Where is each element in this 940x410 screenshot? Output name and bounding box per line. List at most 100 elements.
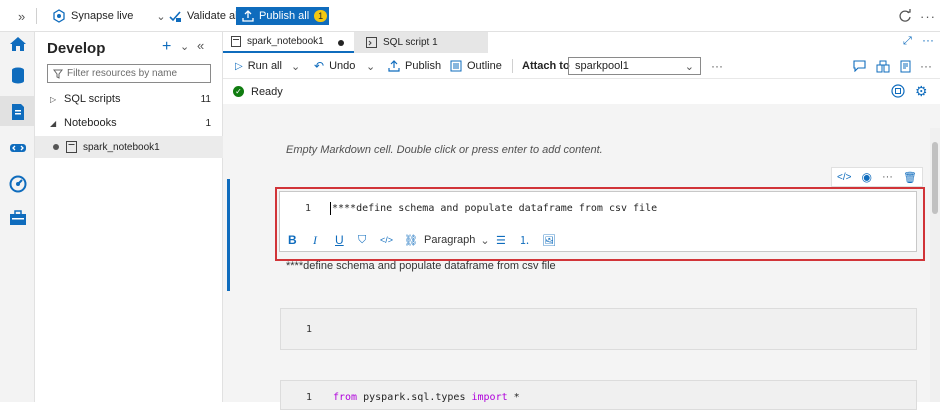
markdown-source-text[interactable]: ****define schema and populate dataframe… — [332, 203, 657, 214]
empty-markdown-cell-hint[interactable]: Empty Markdown cell. Double click or pre… — [286, 144, 603, 156]
paragraph-style-dropdown[interactable]: Paragraph ⌄ — [424, 234, 490, 247]
validate-check-icon — [169, 11, 181, 22]
toolbar-more-button[interactable]: ··· — [711, 59, 723, 73]
pipeline-icon — [10, 144, 26, 152]
more-dots-icon: ··· — [711, 59, 723, 73]
outline-label: Outline — [467, 60, 502, 72]
italic-icon[interactable]: I — [313, 233, 317, 248]
synapse-live-icon — [53, 9, 65, 23]
stop-session-button[interactable] — [891, 84, 905, 101]
code-icon[interactable]: </> — [380, 235, 393, 245]
variables-button[interactable] — [876, 59, 890, 73]
workspace-mode-dropdown[interactable]: Synapse live ⌄ — [52, 8, 166, 24]
tab-label: spark_notebook1 — [247, 36, 324, 47]
publish-all-button[interactable]: Publish all 1 — [236, 7, 329, 25]
monitor-hub-button[interactable] — [8, 174, 28, 194]
outline-list-icon — [450, 60, 462, 72]
filter-resources-input[interactable]: Filter resources by name — [47, 64, 211, 83]
maximize-editor-button[interactable]: ⤢ — [903, 35, 912, 48]
code-text[interactable]: from pyspark.sql.types import * — [333, 392, 520, 403]
bold-icon[interactable]: B — [288, 233, 297, 247]
play-icon: ▷ — [235, 60, 243, 72]
tree-item-spark-notebook1[interactable]: spark_notebook1 — [35, 136, 223, 158]
chevron-down-icon: ⌄ — [366, 60, 376, 73]
publish-notebook-button[interactable]: Publish — [388, 59, 441, 73]
notebook-canvas: Empty Markdown cell. Double click or pre… — [223, 104, 940, 410]
gear-icon: ⚙ — [915, 83, 928, 99]
develop-hub-button[interactable] — [8, 102, 28, 122]
properties-more-button[interactable]: ··· — [920, 59, 932, 73]
code-view-icon[interactable]: </> — [837, 172, 851, 183]
undo-icon: ↶ — [314, 59, 325, 73]
eye-preview-icon[interactable]: ◉ — [861, 170, 871, 184]
validate-all-label: Validate all — [187, 10, 240, 22]
run-all-button[interactable]: ▷ Run all — [235, 59, 282, 73]
publish-upload-icon — [388, 60, 400, 72]
add-resource-button[interactable]: + — [162, 38, 171, 56]
comments-button[interactable] — [853, 59, 866, 73]
collapse-all-button[interactable]: ⌄ — [180, 40, 189, 53]
unsaved-dot-icon — [338, 40, 344, 46]
session-settings-button[interactable]: ⚙ — [915, 83, 928, 100]
bulleted-list-icon[interactable]: ☰ — [496, 234, 506, 247]
session-status-text: Ready — [251, 86, 283, 98]
tree-group-sql-scripts[interactable]: ▷ SQL scripts 11 — [35, 88, 223, 110]
manage-hub-button[interactable] — [8, 208, 28, 228]
line-number: 1 — [305, 203, 312, 214]
tab-sql-script-1[interactable]: SQL script 1 — [354, 32, 488, 53]
spark-pool-value: sparkpool1 — [575, 60, 629, 72]
link-icon[interactable]: ⛓ — [404, 234, 418, 247]
delete-trash-icon[interactable]: 🗑 — [903, 171, 917, 184]
more-dots-icon[interactable]: ··· — [882, 171, 893, 183]
tree-item-label: spark_notebook1 — [83, 141, 160, 153]
variables-icon — [876, 60, 890, 72]
data-hub-button[interactable] — [8, 65, 28, 85]
more-dots-icon: ··· — [922, 33, 934, 47]
publish-upload-icon — [242, 10, 254, 22]
image-icon[interactable]: 🖼 — [542, 234, 556, 247]
toolbox-icon — [10, 210, 26, 225]
publish-label: Publish — [405, 60, 442, 72]
refresh-button[interactable] — [898, 8, 912, 24]
undo-button[interactable]: ↶ Undo — [314, 59, 355, 73]
comment-icon — [853, 60, 866, 72]
hide-pane-button[interactable]: « — [197, 38, 204, 53]
integrate-hub-button[interactable] — [8, 138, 28, 158]
keyword-import: import — [471, 392, 508, 403]
markdown-cell-editor[interactable]: 1 ****define schema and populate datafra… — [279, 191, 917, 252]
vertical-scrollbar[interactable] — [930, 128, 940, 402]
editor-more-button[interactable]: ··· — [922, 33, 934, 47]
run-options-dropdown[interactable]: ⌄ — [291, 59, 300, 73]
home-hub-button[interactable] — [8, 34, 28, 54]
outline-button[interactable]: Outline — [450, 59, 502, 73]
tab-spark-notebook1[interactable]: spark_notebook1 — [223, 32, 354, 53]
strikethrough-icon[interactable]: ⛉ — [358, 234, 366, 247]
notebook-toolbar: ▷ Run all ⌄ ↶ Undo ⌄ Publish Outline Att… — [223, 53, 940, 79]
code-cell[interactable]: 1 from pyspark.sql.types import * — [280, 380, 917, 410]
filter-placeholder: Filter resources by name — [67, 68, 178, 79]
expand-nav-button[interactable]: » — [18, 8, 25, 24]
numbered-list-icon[interactable]: ⒈ — [519, 232, 530, 248]
spark-pool-select[interactable]: sparkpool1 ⌄ — [568, 57, 701, 75]
validate-all-button[interactable]: Validate all — [168, 8, 240, 24]
develop-explorer-pane: Develop + ⌄ « Filter resources by name ▷… — [35, 32, 223, 402]
expand-diagonal-icon: ⤢ — [903, 35, 912, 47]
more-dots-icon: ··· — [920, 8, 936, 24]
sql-script-icon — [366, 37, 377, 48]
explorer-title: Develop — [47, 40, 106, 57]
caret-right-icon: ▷ — [50, 94, 57, 104]
run-all-label: Run all — [247, 60, 282, 72]
scrollbar-thumb[interactable] — [932, 142, 938, 214]
undo-options-dropdown[interactable]: ⌄ — [366, 59, 375, 73]
underline-icon[interactable]: U — [335, 233, 344, 247]
tab-label: SQL script 1 — [383, 37, 438, 48]
tree-group-label: Notebooks — [64, 117, 117, 129]
notebook-icon — [231, 36, 241, 47]
more-options-button[interactable]: ··· — [920, 8, 936, 24]
plus-icon: + — [162, 38, 172, 55]
chevron-down-icon: ⌄ — [684, 60, 694, 73]
properties-button[interactable] — [900, 59, 913, 73]
code-cell[interactable]: 1 — [280, 308, 917, 350]
tree-group-notebooks[interactable]: ◢ Notebooks 1 — [35, 112, 223, 134]
top-command-bar: » Synapse live ⌄ Validate all Publish al… — [0, 0, 940, 32]
